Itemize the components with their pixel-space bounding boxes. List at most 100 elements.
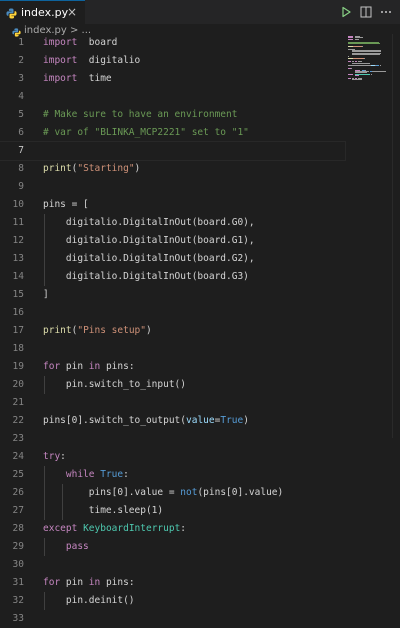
code-line[interactable]: 4 [0,88,345,106]
code-line[interactable]: 18 [0,340,345,358]
line-number: 14 [12,271,24,282]
minimap-line [348,43,381,44]
line-number: 12 [12,235,24,246]
code-line[interactable]: 12 digitalio.DigitalInOut(board.G1), [0,232,345,250]
python-file-icon [6,8,17,19]
code-line[interactable]: 8 print("Starting") [0,160,345,178]
indent-guide [44,466,45,520]
code-line[interactable]: 21 [0,394,345,412]
code-text: # var of "BLINKA_MCP2221" set to "1" [43,124,249,142]
code-line[interactable]: 24 try: [0,448,345,466]
code-token: ] [43,289,49,300]
code-line[interactable]: 13 digitalio.DigitalInOut(board.G2), [0,250,345,268]
code-line[interactable]: 20 pin.switch_to_input() [0,376,345,394]
code-line[interactable]: 29 pass [0,538,345,556]
code-line[interactable]: 2 import digitalio [0,52,345,70]
line-number: 6 [18,127,24,138]
line-number: 8 [18,163,24,174]
code-token: (pins[0].value) [197,487,284,498]
code-token: pin.switch_to_input() [43,379,186,390]
code-text: while True: [43,466,129,484]
code-token: digitalio.DigitalInOut(board.G0), [43,217,255,228]
indent-guide [44,376,45,394]
line-number: 5 [18,109,24,120]
code-line[interactable]: 16 [0,304,345,322]
code-token: pins[0].switch_to_output( [43,415,186,426]
code-line[interactable]: 28 except KeyboardInterrupt: [0,520,345,538]
code-line[interactable]: 27 time.sleep(1) [0,502,345,520]
line-number: 17 [12,325,24,336]
code-token: : [180,523,187,534]
line-number: 2 [18,55,24,66]
code-text: except KeyboardInterrupt: [43,520,186,538]
minimap-line [351,62,371,64]
run-icon[interactable] [338,4,354,20]
code-line[interactable]: 19 for pin in pins: [0,358,345,376]
code-line[interactable]: 23 [0,430,345,448]
code-token: pins: [100,577,135,588]
code-line[interactable]: 1 import board [0,34,345,52]
line-number: 21 [12,397,24,408]
code-line[interactable]: 10 pins = [ [0,196,345,214]
more-actions-icon[interactable] [378,4,394,20]
code-text: import digitalio [43,52,140,70]
minimap[interactable] [348,36,392,84]
code-token: value [186,415,215,426]
code-line[interactable]: 26 pins[0].value = not(pins[0].value) [0,484,345,502]
code-token: pass [65,541,89,552]
code-token: KeyboardInterrupt [83,523,181,534]
code-line[interactable]: 30 [0,556,345,574]
code-line[interactable]: 7 [0,141,346,161]
code-line[interactable]: 33 [0,610,345,628]
code-token: ) [134,163,141,174]
code-text: ] [43,286,49,304]
close-icon[interactable]: × [67,5,77,19]
code-line[interactable]: 6 # var of "BLINKA_MCP2221" set to "1" [0,124,345,142]
code-token: board [77,37,118,48]
code-line[interactable]: 31 for pin in pins: [0,574,345,592]
code-text: print("Starting") [43,160,140,178]
minimap-line [364,58,366,60]
line-number: 25 [12,469,24,480]
code-line[interactable]: 15] [0,286,345,304]
vertical-scrollbar[interactable] [392,34,400,438]
code-token: import [43,37,78,48]
code-line[interactable]: 3 import time [0,70,345,88]
code-line[interactable]: 9 [0,178,345,196]
code-line[interactable]: 14 digitalio.DigitalInOut(board.G3) [0,268,345,286]
split-editor-icon[interactable] [358,4,374,20]
tab-bar: index.py × [0,0,400,24]
code-token: # var of "BLINKA_MCP2221" set to "1" [43,127,249,138]
line-number: 22 [12,415,24,426]
line-number: 30 [12,559,24,570]
code-token: ) [243,415,249,426]
line-number: 11 [12,217,24,228]
tab-index-py[interactable]: index.py × [0,0,85,24]
code-line[interactable]: 11 digitalio.DigitalInOut(board.G0), [0,214,345,232]
code-line[interactable]: 5 # Make sure to have an environment [0,106,345,124]
code-text: pass [43,538,89,556]
minimap-line [370,73,372,75]
line-number: 13 [12,253,24,264]
minimap-line [348,38,354,40]
code-token: True [220,415,244,426]
line-number: 33 [12,613,24,624]
code-editor[interactable]: 1 import board 2 import digitalio 3 import ti… [0,34,400,624]
code-line[interactable]: 22 pins[0].switch_to_output(value=True) [0,412,345,430]
line-number: 19 [12,361,24,372]
line-number: 4 [18,91,24,102]
code-token: while [65,469,95,480]
code-text: pin.switch_to_input() [43,376,186,394]
code-text: import board [43,34,117,52]
code-line[interactable]: 32 pin.deinit() [0,592,345,610]
code-line[interactable]: 17 print("Pins setup") [0,322,345,340]
line-number: 28 [12,523,24,534]
code-line[interactable]: 25 while True: [0,466,345,484]
code-token: print [43,163,72,174]
code-token: pins[0].value = [43,487,181,498]
line-number: 24 [12,451,24,462]
code-text: for pin in pins: [43,358,135,376]
code-token: : [60,451,66,462]
line-number: 9 [18,181,24,192]
code-text: pins[0].value = not(pins[0].value) [43,484,284,502]
